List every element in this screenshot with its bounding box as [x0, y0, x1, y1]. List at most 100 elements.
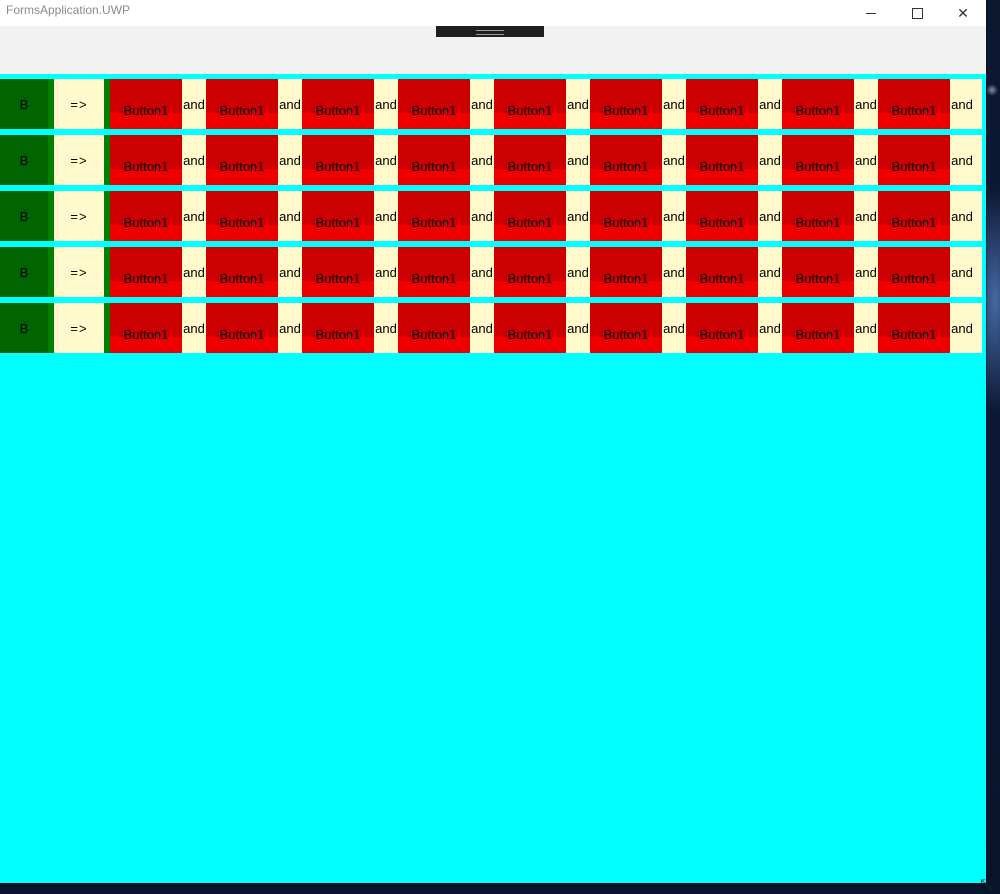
button1-button[interactable]: Button1 — [494, 79, 566, 129]
button1-button[interactable]: Button1 — [206, 247, 278, 297]
and-label: and — [183, 320, 205, 336]
button1-button[interactable]: Button1 — [590, 303, 662, 353]
button1-button[interactable]: Button1 — [302, 247, 374, 297]
button1-button[interactable]: Button1 — [686, 303, 758, 353]
and-label: and — [759, 96, 781, 112]
button1-button[interactable]: Button1 — [302, 191, 374, 241]
and-label: and — [183, 264, 205, 280]
button1-button[interactable]: Button1 — [878, 79, 950, 129]
button1-button[interactable]: Button1 — [302, 135, 374, 185]
and-label: and — [471, 320, 493, 336]
button1-button[interactable]: Button1 — [398, 247, 470, 297]
button1-button[interactable]: Button1 — [878, 303, 950, 353]
minimize-button[interactable] — [848, 0, 894, 26]
button1-button[interactable]: Button1 — [398, 191, 470, 241]
resize-grip-icon[interactable]: ⤡ — [978, 876, 994, 892]
and-label: and — [759, 264, 781, 280]
and-label: and — [759, 208, 781, 224]
button1-button[interactable]: Button1 — [110, 191, 182, 241]
row-arrow: => — [70, 208, 88, 224]
button1-button[interactable]: Button1 — [494, 303, 566, 353]
button1-button[interactable]: Button1 — [686, 191, 758, 241]
and-label: and — [279, 320, 301, 336]
and-label: and — [375, 208, 397, 224]
row-arrow: => — [70, 96, 88, 112]
and-label: and — [855, 152, 877, 168]
and-label: and — [951, 152, 973, 168]
button1-button[interactable]: Button1 — [494, 135, 566, 185]
button1-button[interactable]: Button1 — [206, 303, 278, 353]
button1-button[interactable]: Button1 — [782, 79, 854, 129]
button1-button[interactable]: Button1 — [398, 79, 470, 129]
button1-button[interactable]: Button1 — [302, 303, 374, 353]
command-bar — [0, 26, 986, 74]
and-label: and — [567, 320, 589, 336]
and-label: and — [855, 208, 877, 224]
button1-button[interactable]: Button1 — [590, 191, 662, 241]
list-row: B => Button1 and Button1 and Button1 and Button1… — [0, 191, 982, 241]
button1-button[interactable]: Button1 — [686, 79, 758, 129]
button1-button[interactable]: Button1 — [110, 247, 182, 297]
and-label: and — [279, 208, 301, 224]
button1-button[interactable]: Button1 — [494, 191, 566, 241]
button1-button[interactable]: Button1 — [878, 191, 950, 241]
row-label: B — [0, 303, 48, 353]
and-label: and — [855, 96, 877, 112]
and-label: and — [375, 96, 397, 112]
row-arrow: => — [70, 152, 88, 168]
and-label: and — [471, 264, 493, 280]
button1-button[interactable]: Button1 — [878, 247, 950, 297]
button1-button[interactable]: Button1 — [782, 135, 854, 185]
list-row: B => Button1 and Button1 and Button1 and Button1… — [0, 79, 982, 129]
and-label: and — [567, 264, 589, 280]
content-area: B => Button1 and Button1 and Button1 and Button1… — [0, 74, 986, 883]
button1-button[interactable]: Button1 — [206, 79, 278, 129]
button1-button[interactable]: Button1 — [782, 191, 854, 241]
button1-button[interactable]: Button1 — [686, 247, 758, 297]
title-bar[interactable]: FormsApplication.UWP ✕ — [0, 0, 986, 26]
button1-button[interactable]: Button1 — [782, 247, 854, 297]
row-label: B — [0, 247, 48, 297]
button1-button[interactable]: Button1 — [302, 79, 374, 129]
button1-button[interactable]: Button1 — [878, 135, 950, 185]
close-icon: ✕ — [957, 4, 969, 21]
and-label: and — [951, 96, 973, 112]
and-label: and — [375, 152, 397, 168]
and-label: and — [567, 152, 589, 168]
button1-button[interactable]: Button1 — [398, 303, 470, 353]
button1-button[interactable]: Button1 — [686, 135, 758, 185]
row-label: B — [0, 79, 48, 129]
button1-button[interactable]: Button1 — [110, 303, 182, 353]
and-label: and — [663, 264, 685, 280]
and-label: and — [951, 320, 973, 336]
and-label: and — [183, 96, 205, 112]
and-label: and — [375, 264, 397, 280]
and-label: and — [183, 208, 205, 224]
button1-button[interactable]: Button1 — [494, 247, 566, 297]
and-label: and — [279, 264, 301, 280]
list-row: B => Button1 and Button1 and Button1 and Button1… — [0, 135, 982, 185]
button1-button[interactable]: Button1 — [206, 191, 278, 241]
and-label: and — [471, 96, 493, 112]
button1-button[interactable]: Button1 — [398, 135, 470, 185]
button1-button[interactable]: Button1 — [110, 135, 182, 185]
drag-handle[interactable] — [436, 26, 544, 37]
row-label: B — [0, 191, 48, 241]
button1-button[interactable]: Button1 — [782, 303, 854, 353]
list-row: B => Button1 and Button1 and Button1 and Button1… — [0, 303, 982, 353]
button1-button[interactable]: Button1 — [590, 135, 662, 185]
and-label: and — [759, 320, 781, 336]
button1-button[interactable]: Button1 — [206, 135, 278, 185]
and-label: and — [663, 152, 685, 168]
button1-button[interactable]: Button1 — [590, 79, 662, 129]
close-button[interactable]: ✕ — [940, 0, 986, 26]
row-arrow: => — [70, 264, 88, 280]
minimize-icon — [866, 12, 876, 14]
button1-button[interactable]: Button1 — [110, 79, 182, 129]
and-label: and — [759, 152, 781, 168]
maximize-button[interactable] — [894, 0, 940, 26]
button1-button[interactable]: Button1 — [590, 247, 662, 297]
and-label: and — [375, 320, 397, 336]
and-label: and — [855, 320, 877, 336]
and-label: and — [567, 96, 589, 112]
